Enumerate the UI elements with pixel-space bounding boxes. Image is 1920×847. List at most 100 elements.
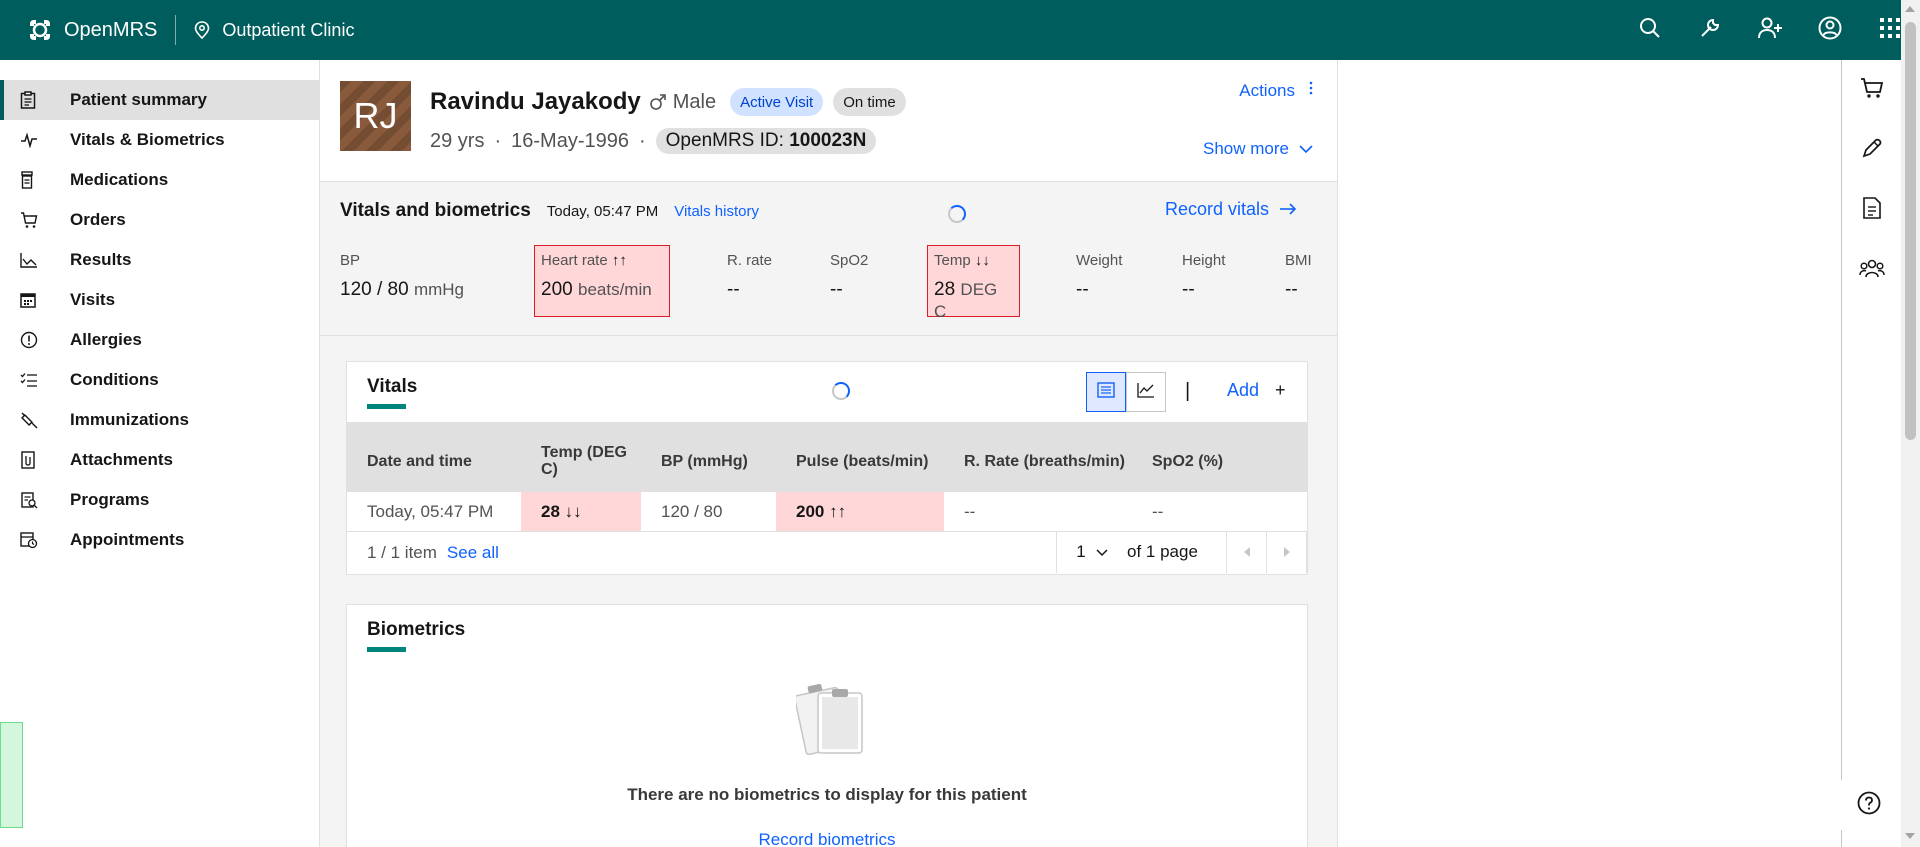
cell-date: Today, 05:47 PM [367, 501, 494, 521]
nav-item-results[interactable]: Results [0, 240, 319, 280]
nav-item-allergies[interactable]: Allergies [0, 320, 319, 360]
location-selector[interactable]: Outpatient Clinic [194, 20, 354, 41]
actions-menu-button[interactable]: Actions [1239, 80, 1313, 101]
caret-left-icon [1243, 542, 1250, 562]
help-button[interactable] [1841, 780, 1897, 830]
order-basket-button[interactable] [1842, 60, 1902, 120]
nav-item-medications[interactable]: Medications [0, 160, 319, 200]
page-select[interactable]: 1 [1057, 531, 1127, 573]
vital-label: R. rate [727, 252, 773, 269]
add-vitals-button[interactable]: Add + [1227, 380, 1286, 401]
nav-label: Vitals & Biometrics [70, 130, 225, 149]
nav-label: Patient summary [70, 90, 207, 109]
column-header[interactable]: SpO2 (%) [1132, 422, 1307, 492]
vital-heart-rate: Heart rate ↑↑ 200 beats/min [534, 245, 670, 317]
add-patient-button[interactable] [1740, 0, 1800, 60]
vital-value: 120 / 80 mmHg [340, 279, 465, 300]
appointment-icon [0, 531, 70, 549]
column-header[interactable]: Temp (DEG C) [521, 422, 641, 492]
nav-label: Allergies [70, 330, 142, 349]
vital-bp: BP 120 / 80 mmHg [340, 245, 464, 301]
pagination: 1 / 1 item See all 1 of 1 page [347, 531, 1307, 575]
user-menu-button[interactable] [1800, 0, 1860, 60]
nav-label: Conditions [70, 370, 159, 389]
separator-dot: · [638, 129, 646, 152]
nav-item-conditions[interactable]: Conditions [0, 360, 319, 400]
record-vitals-label: Record vitals [1164, 199, 1269, 219]
document-icon [1863, 196, 1881, 224]
vital-label: Weight [1076, 252, 1123, 269]
column-header[interactable]: Pulse (beats/min) [776, 422, 944, 492]
patient-lists-button[interactable] [1842, 240, 1902, 300]
nav-item-appointments[interactable]: Appointments [0, 520, 319, 560]
column-header[interactable]: Date and time [347, 422, 521, 492]
nav-label: Medications [70, 170, 169, 189]
show-more-label: Show more [1203, 139, 1289, 158]
visit-note-button[interactable] [1842, 180, 1902, 240]
nav-label: Appointments [70, 530, 185, 549]
see-all-link[interactable]: See all [447, 543, 499, 563]
empty-state-message: There are no biometrics to display for t… [627, 785, 1027, 804]
view-switcher [1086, 372, 1166, 412]
chevron-down-icon [1299, 139, 1313, 159]
cell-rrate: -- [964, 501, 976, 521]
nav-item-programs[interactable]: Programs [0, 480, 319, 520]
empty-clipboard-icon [794, 683, 874, 764]
vital-height: Height -- [1182, 245, 1225, 301]
patient-info-row: 29 yrs · 16-May-1996 · OpenMRS ID: 10002… [430, 128, 877, 154]
vital-value: 28 DEG C [934, 279, 998, 321]
actions-label: Actions [1239, 80, 1295, 100]
caret-right-icon [1283, 542, 1290, 562]
brand-name: OpenMRS [64, 18, 158, 41]
column-header[interactable]: BP (mmHg) [641, 422, 776, 492]
vitals-card: Vitals | Add + Date and time Temp (DEG C… [346, 361, 1308, 575]
patient-dob: 16-May-1996 [511, 129, 629, 152]
column-header[interactable]: R. Rate (breaths/min) [944, 422, 1132, 492]
loading-spinner-icon [832, 382, 850, 400]
nav-label: Visits [70, 290, 116, 309]
vitals-header-title-row: Vitals and biometrics Today, 05:47 PM Vi… [340, 200, 759, 222]
vital-temp: Temp ↓↓ 28 DEG C [927, 245, 1020, 321]
page-scrollbar[interactable] [1901, 0, 1920, 847]
vital-value: -- [727, 279, 740, 300]
brand[interactable]: OpenMRS [24, 0, 157, 60]
patient-name-row: Ravindu Jayakody Male Active Visit On ti… [430, 88, 906, 116]
main-content: RJ Ravindu Jayakody Male Active Visit On… [320, 60, 1337, 847]
record-vitals-button[interactable]: Record vitals [1165, 199, 1297, 220]
chart-view-button[interactable] [1126, 372, 1166, 412]
nav-item-attachments[interactable]: Attachments [0, 440, 319, 480]
nav-item-orders[interactable]: Orders [0, 200, 319, 240]
scroll-down-icon[interactable] [1905, 833, 1915, 839]
vital-value: 200 beats/min [541, 279, 652, 300]
loading-spinner-icon [948, 205, 966, 223]
nav-item-visits[interactable]: Visits [0, 280, 319, 320]
nav-item-patient-summary[interactable]: Patient summary [0, 80, 319, 120]
next-page-button[interactable] [1267, 531, 1307, 573]
add-user-icon [1758, 17, 1782, 44]
vital-r-rate: R. rate -- [727, 245, 772, 301]
vital-label: BMI [1285, 252, 1312, 269]
record-biometrics-link[interactable]: Record biometrics [347, 830, 1307, 847]
nav-item-vitals-biometrics[interactable]: Vitals & Biometrics [0, 120, 319, 160]
header-actions [1620, 0, 1920, 60]
system-admin-button[interactable] [1680, 0, 1740, 60]
header-divider [175, 15, 177, 45]
scrollbar-thumb[interactable] [1905, 22, 1916, 440]
line-chart-icon [1137, 382, 1155, 403]
chart-icon [0, 252, 70, 268]
patient-name: Ravindu Jayakody [430, 88, 641, 115]
show-more-button[interactable]: Show more [1203, 139, 1313, 159]
clinical-forms-button[interactable] [1842, 120, 1902, 180]
vital-label: SpO2 [830, 252, 869, 269]
table-row: Today, 05:47 PM 28 ↓↓ 120 / 80 200 ↑↑ --… [347, 492, 1307, 532]
vitals-history-link[interactable]: Vitals history [674, 203, 759, 220]
pager-controls: 1 of 1 page [1056, 531, 1307, 573]
previous-page-button[interactable] [1227, 531, 1267, 573]
nav-item-immunizations[interactable]: Immunizations [0, 400, 319, 440]
scroll-up-icon[interactable] [1905, 6, 1915, 12]
table-view-button[interactable] [1086, 372, 1126, 412]
syringe-icon [0, 411, 70, 429]
vital-label: Temp ↓↓ [934, 252, 990, 269]
search-button[interactable] [1620, 0, 1680, 60]
arrow-right-icon [1279, 199, 1297, 220]
